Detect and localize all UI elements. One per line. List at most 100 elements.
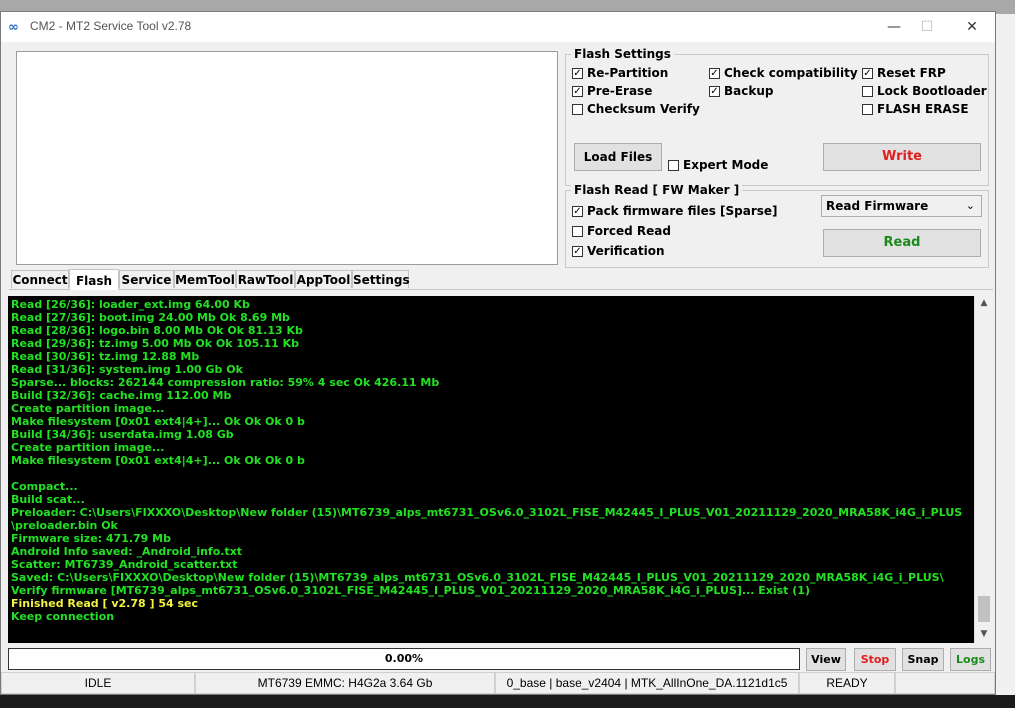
checkbox-box: ✓ (572, 245, 583, 257)
verification-checkbox[interactable]: ✓ Verification (572, 244, 665, 258)
forced-read-checkbox[interactable]: Forced Read (572, 224, 671, 238)
expert-mode-checkbox[interactable]: Expert Mode (668, 158, 768, 172)
read-button[interactable]: Read (823, 229, 981, 257)
checkbox-label: Re-Partition (587, 66, 669, 80)
flash-settings-legend: Flash Settings (571, 47, 674, 61)
tab-rawtool[interactable]: RawTool (236, 270, 295, 288)
log-line: Finished Read [ v2.78 ] 54 sec (11, 597, 199, 610)
log-line: Firmware size: 471.79 Mb (11, 532, 171, 545)
scrollbar-thumb[interactable] (978, 596, 990, 622)
log-line: Read [28/36]: logo.bin 8.00 Mb Ok Ok 81.… (11, 324, 303, 337)
reset-frp-checkbox[interactable]: ✓ Reset FRP (862, 66, 946, 80)
stop-button[interactable]: Stop (854, 648, 896, 671)
tab-service[interactable]: Service (119, 270, 174, 288)
checkbox-label: Verification (587, 244, 665, 258)
scroll-down-icon[interactable]: ▼ (975, 629, 993, 639)
maximize-button[interactable]: ☐ (912, 16, 942, 38)
checkbox-box (668, 159, 679, 171)
pre-erase-checkbox[interactable]: ✓ Pre-Erase (572, 84, 652, 98)
taskbar (0, 695, 1015, 708)
checkbox-box: ✓ (862, 67, 873, 79)
status-da: 0_base | base_v2404 | MTK_AllInOne_DA.11… (495, 672, 799, 694)
read-mode-select[interactable]: Read Firmware ⌄ (821, 195, 982, 217)
log-line: Preloader: C:\Users\FIXXXO\Desktop\New f… (11, 506, 963, 519)
log-line: Read [30/36]: tz.img 12.88 Mb (11, 350, 200, 363)
backup-checkbox[interactable]: ✓ Backup (709, 84, 773, 98)
progress-bar: 0.00% (8, 648, 800, 670)
minimize-button[interactable]: — (879, 16, 909, 38)
checkbox-box (862, 103, 873, 115)
log-line: Create partition image... (11, 402, 165, 415)
select-value: Read Firmware (826, 199, 929, 213)
checkbox-box (572, 225, 583, 237)
log-line: Android Info saved: _Android_info.txt (11, 545, 243, 558)
checkbox-label: Check compatibility (724, 66, 858, 80)
checkbox-label: Checksum Verify (587, 102, 700, 116)
check-compatibility-checkbox[interactable]: ✓ Check compatibility (709, 66, 858, 80)
tab-settings[interactable]: Settings (352, 270, 410, 288)
logs-button[interactable]: Logs (950, 648, 991, 671)
log-line: Read [27/36]: boot.img 24.00 Mb Ok 8.69 … (11, 311, 290, 324)
log-line: Sparse... blocks: 262144 compression rat… (11, 376, 440, 389)
log-line: Saved: C:\Users\FIXXXO\Desktop\New folde… (11, 571, 944, 584)
status-state: IDLE (1, 672, 195, 694)
close-button[interactable]: ✕ (957, 16, 987, 38)
status-extra (895, 672, 995, 694)
window-title: CM2 - MT2 Service Tool v2.78 (30, 19, 192, 33)
tab-memtool[interactable]: MemTool (174, 270, 236, 288)
tab-divider (9, 289, 993, 290)
flash-read-legend: Flash Read [ FW Maker ] (571, 183, 743, 197)
checkbox-box: ✓ (709, 85, 720, 97)
log-line: Read [31/36]: system.img 1.00 Gb Ok (11, 363, 243, 376)
log-console[interactable]: Read [26/36]: loader_ext.img 64.00 Kb Rea… (8, 296, 974, 643)
log-line: \preloader.bin Ok (11, 519, 118, 532)
status-bar: IDLE MT6739 EMMC: H4G2a 3.64 Gb 0_base |… (1, 672, 995, 694)
log-line: Keep connection (11, 610, 115, 623)
file-list-panel[interactable] (16, 51, 558, 265)
checkbox-label: Pack firmware files [Sparse] (587, 204, 778, 218)
checkbox-label: Pre-Erase (587, 84, 653, 98)
checkbox-label: Expert Mode (683, 158, 769, 172)
log-line: Verify firmware [MT6739_alps_mt6731_OSv6… (11, 584, 810, 597)
checkbox-label: FLASH ERASE (877, 102, 969, 116)
log-line: Make filesystem [0x01 ext4|4+]... Ok Ok … (11, 415, 305, 428)
checksum-verify-checkbox[interactable]: Checksum Verify (572, 102, 700, 116)
chevron-down-icon: ⌄ (965, 199, 975, 212)
log-line: Scatter: MT6739_Android_scatter.txt (11, 558, 238, 571)
app-window: ∞ CM2 - MT2 Service Tool v2.78 — ☐ ✕ Fla… (0, 11, 996, 695)
load-files-button[interactable]: Load Files (574, 143, 662, 171)
checkbox-label: Forced Read (587, 224, 671, 238)
log-line: Build [32/36]: cache.img 112.00 Mb (11, 389, 232, 402)
flash-erase-checkbox[interactable]: FLASH ERASE (862, 102, 969, 116)
log-line: Read [29/36]: tz.img 5.00 Mb Ok Ok 105.1… (11, 337, 300, 350)
log-line: Create partition image... (11, 441, 165, 454)
checkbox-box (862, 85, 873, 97)
log-line: Read [26/36]: loader_ext.img 64.00 Kb (11, 298, 250, 311)
log-line: Build [34/36]: userdata.img 1.08 Gb (11, 428, 234, 441)
view-button[interactable]: View (806, 648, 846, 671)
checkbox-label: Backup (724, 84, 774, 98)
status-device: MT6739 EMMC: H4G2a 3.64 Gb (195, 672, 495, 694)
lock-bootloader-checkbox[interactable]: Lock Bootloader (862, 84, 987, 98)
checkbox-box: ✓ (572, 67, 583, 79)
mt2-app-icon: ∞ (8, 20, 19, 35)
write-button[interactable]: Write (823, 143, 981, 171)
checkbox-box: ✓ (572, 205, 583, 217)
re-partition-checkbox[interactable]: ✓ Re-Partition (572, 66, 668, 80)
desktop-background-right (996, 14, 1015, 708)
tab-apptool[interactable]: AppTool (295, 270, 352, 288)
checkbox-box (572, 103, 583, 115)
pack-firmware-sparse-checkbox[interactable]: ✓ Pack firmware files [Sparse] (572, 204, 778, 218)
log-scrollbar[interactable]: ▲ ▼ (974, 296, 993, 643)
log-line: Compact... (11, 480, 78, 493)
checkbox-box: ✓ (572, 85, 583, 97)
checkbox-box: ✓ (709, 67, 720, 79)
snap-button[interactable]: Snap (902, 648, 944, 671)
tab-connect[interactable]: Connect (11, 270, 69, 288)
log-line: Make filesystem [0x01 ext4|4+]... Ok Ok … (11, 454, 305, 467)
status-ready: READY (799, 672, 895, 694)
scroll-up-icon[interactable]: ▲ (975, 298, 993, 308)
tab-flash[interactable]: Flash (69, 269, 119, 290)
title-bar[interactable]: ∞ CM2 - MT2 Service Tool v2.78 — ☐ ✕ (1, 12, 995, 42)
